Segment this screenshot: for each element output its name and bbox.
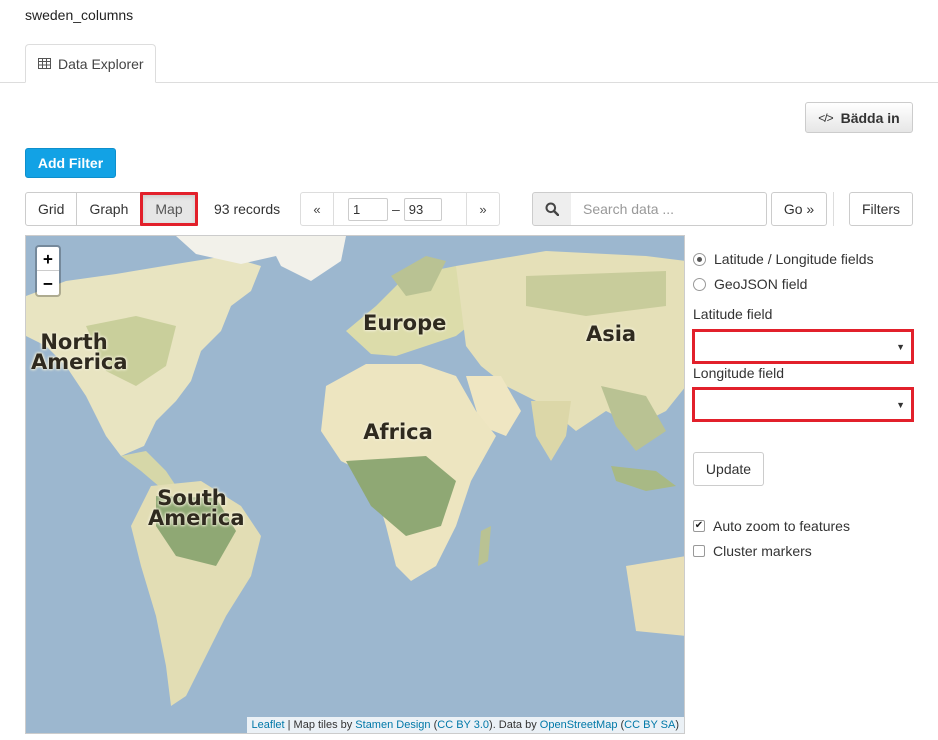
longitude-field-label: Longitude field bbox=[693, 365, 785, 381]
chevron-down-icon: ▼ bbox=[896, 399, 905, 410]
attribution-paren-close: ) bbox=[675, 719, 679, 731]
filters-button[interactable]: Filters bbox=[849, 192, 913, 226]
table-icon bbox=[38, 58, 51, 69]
cc-by-sa-link[interactable]: CC BY SA bbox=[624, 719, 675, 731]
go-button[interactable]: Go » bbox=[771, 192, 827, 226]
auto-zoom-label: Auto zoom to features bbox=[713, 518, 850, 534]
view-switch: Grid Graph Map bbox=[25, 192, 198, 226]
toolbar-divider bbox=[833, 192, 834, 226]
embed-button-label: Bädda in bbox=[840, 109, 900, 126]
cluster-markers-checkbox[interactable] bbox=[693, 545, 705, 557]
geojson-radio[interactable] bbox=[693, 277, 706, 291]
update-button[interactable]: Update bbox=[693, 452, 764, 486]
auto-zoom-checkbox[interactable]: ✔ bbox=[693, 520, 705, 532]
pager-range: – bbox=[334, 192, 466, 226]
zoom-control: + − bbox=[35, 245, 61, 297]
world-map-tiles bbox=[26, 236, 684, 733]
tab-label: Data Explorer bbox=[58, 55, 144, 72]
map-label-asia: Asia bbox=[585, 322, 637, 346]
attribution-data-text: ). Data by bbox=[489, 719, 540, 731]
cluster-markers-label: Cluster markers bbox=[713, 543, 812, 559]
zoom-in-button[interactable]: + bbox=[37, 247, 59, 271]
map-label-africa: Africa bbox=[363, 420, 433, 444]
embed-button[interactable]: </> Bädda in bbox=[805, 102, 913, 133]
map-view-button[interactable]: Map bbox=[140, 192, 198, 226]
cc-by-link[interactable]: CC BY 3.0 bbox=[437, 719, 489, 731]
dataset-title: sweden_columns bbox=[25, 7, 134, 23]
code-icon: </> bbox=[818, 110, 833, 125]
pager: « – » bbox=[300, 192, 500, 226]
latitude-field-label: Latitude field bbox=[693, 306, 773, 322]
attribution-text: | Map tiles by bbox=[284, 719, 356, 731]
auto-zoom-option[interactable]: ✔ Auto zoom to features bbox=[693, 518, 850, 534]
search-input[interactable] bbox=[571, 192, 767, 226]
pager-separator: – bbox=[392, 201, 400, 217]
geojson-option-label: GeoJSON field bbox=[714, 276, 808, 292]
latlon-radio[interactable] bbox=[693, 252, 706, 266]
map-attribution: Leaflet | Map tiles by Stamen Design (CC… bbox=[246, 717, 684, 733]
stamen-link[interactable]: Stamen Design bbox=[355, 719, 430, 731]
grid-view-button[interactable]: Grid bbox=[25, 192, 78, 226]
tab-data-explorer[interactable]: Data Explorer bbox=[25, 44, 156, 83]
zoom-out-button[interactable]: − bbox=[37, 271, 59, 295]
record-count: 93 records bbox=[214, 201, 281, 217]
search-icon[interactable] bbox=[532, 192, 572, 226]
pager-from-input[interactable] bbox=[348, 197, 388, 221]
add-filter-button[interactable]: Add Filter bbox=[25, 148, 116, 178]
map-label-europe: Europe bbox=[363, 311, 447, 335]
chevron-down-icon: ▼ bbox=[896, 341, 905, 352]
geojson-option[interactable]: GeoJSON field bbox=[693, 276, 807, 292]
latlon-option-label: Latitude / Longitude fields bbox=[714, 251, 874, 267]
osm-link[interactable]: OpenStreetMap bbox=[540, 719, 618, 731]
map-label-south-america: South America bbox=[148, 486, 245, 530]
longitude-field-select[interactable]: ▼ bbox=[692, 387, 914, 422]
cluster-markers-option[interactable]: Cluster markers bbox=[693, 543, 812, 559]
pager-to-input[interactable] bbox=[403, 197, 442, 221]
graph-view-button[interactable]: Graph bbox=[76, 192, 142, 226]
latlon-option[interactable]: Latitude / Longitude fields bbox=[693, 251, 874, 267]
pager-prev-button[interactable]: « bbox=[300, 192, 334, 226]
leaflet-link[interactable]: Leaflet bbox=[252, 719, 285, 731]
pager-next-button[interactable]: » bbox=[466, 192, 500, 226]
latitude-field-select[interactable]: ▼ bbox=[692, 329, 914, 364]
map[interactable]: + − North America South America Europe A… bbox=[25, 235, 685, 734]
map-label-north-america: North America bbox=[31, 330, 128, 374]
